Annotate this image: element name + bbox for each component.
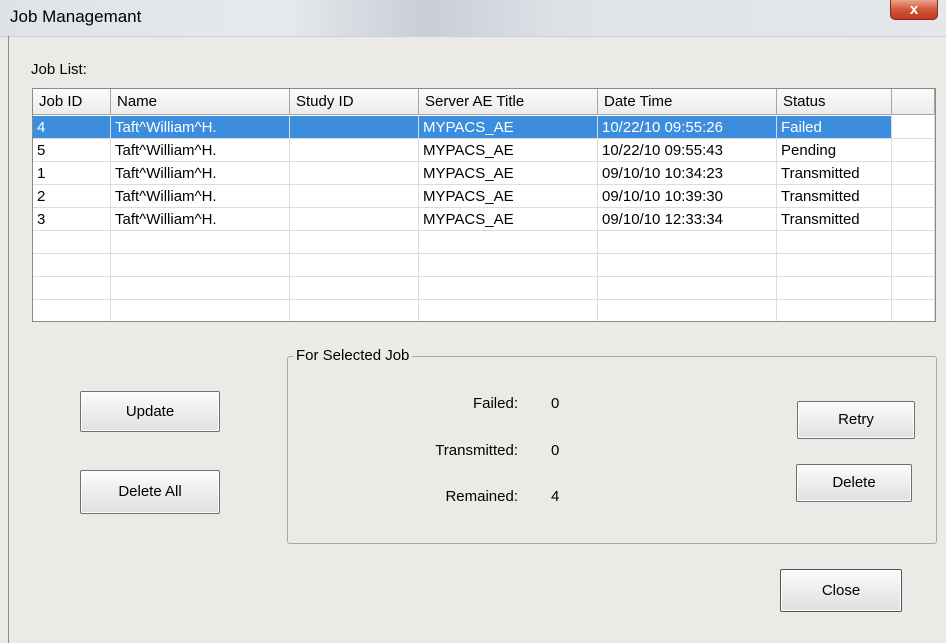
cell-filler [892, 208, 935, 231]
cell-server-ae-title: MYPACS_AE [419, 162, 598, 185]
cell-job-id: 4 [33, 116, 111, 139]
column-header-date-time[interactable]: Date Time [598, 89, 777, 115]
empty-cell [892, 300, 935, 321]
column-header-server-ae-title[interactable]: Server AE Title [419, 89, 598, 115]
remained-label: Remained: [445, 488, 518, 505]
empty-row [33, 277, 935, 300]
cell-name: Taft^William^H. [111, 208, 290, 231]
cell-date-time: 09/10/10 10:39:30 [598, 185, 777, 208]
cell-study-id [290, 116, 419, 139]
cell-server-ae-title: MYPACS_AE [419, 185, 598, 208]
empty-cell [290, 231, 419, 254]
empty-cell [777, 254, 892, 277]
cell-date-time: 10/22/10 09:55:26 [598, 116, 777, 139]
column-header-job-id[interactable]: Job ID [33, 89, 111, 115]
cell-job-id: 1 [33, 162, 111, 185]
cell-status: Transmitted [777, 208, 892, 231]
column-header-study-id[interactable]: Study ID [290, 89, 419, 115]
column-header-filler [892, 89, 935, 115]
close-window-icon[interactable]: x [890, 0, 938, 20]
cell-name: Taft^William^H. [111, 139, 290, 162]
cell-name: Taft^William^H. [111, 116, 290, 139]
empty-cell [111, 300, 290, 321]
cell-name: Taft^William^H. [111, 185, 290, 208]
empty-cell [598, 300, 777, 321]
cell-name: Taft^William^H. [111, 162, 290, 185]
cell-date-time: 09/10/10 12:33:34 [598, 208, 777, 231]
cell-server-ae-title: MYPACS_AE [419, 139, 598, 162]
cell-job-id: 5 [33, 139, 111, 162]
cell-study-id [290, 185, 419, 208]
delete-button[interactable]: Delete [796, 464, 912, 502]
empty-cell [33, 231, 111, 254]
remained-value: 4 [551, 488, 560, 505]
transmitted-label: Transmitted: [435, 442, 518, 459]
window-left-border [8, 36, 9, 643]
table-row[interactable]: 3 Taft^William^H. MYPACS_AE 09/10/10 12:… [33, 208, 935, 231]
empty-cell [111, 254, 290, 277]
empty-cell [419, 277, 598, 300]
title-bar[interactable]: Job Managemant x [0, 0, 946, 37]
column-header-status[interactable]: Status [777, 89, 892, 115]
update-button[interactable]: Update [80, 391, 220, 432]
empty-cell [33, 300, 111, 321]
retry-button[interactable]: Retry [797, 401, 915, 439]
empty-cell [777, 231, 892, 254]
empty-cell [892, 277, 935, 300]
empty-cell [777, 277, 892, 300]
empty-cell [111, 277, 290, 300]
empty-cell [419, 300, 598, 321]
empty-row [33, 254, 935, 277]
cell-study-id [290, 208, 419, 231]
empty-cell [419, 231, 598, 254]
cell-server-ae-title: MYPACS_AE [419, 208, 598, 231]
selected-job-legend: For Selected Job [293, 347, 413, 364]
failed-value: 0 [551, 395, 560, 412]
cell-date-time: 09/10/10 10:34:23 [598, 162, 777, 185]
empty-cell [290, 254, 419, 277]
cell-filler [892, 139, 935, 162]
empty-cell [892, 231, 935, 254]
failed-label: Failed: [472, 395, 518, 412]
cell-filler [892, 185, 935, 208]
table-row[interactable]: 5 Taft^William^H. MYPACS_AE 10/22/10 09:… [33, 139, 935, 162]
cell-status: Pending [777, 139, 892, 162]
job-list-label: Job List: [31, 61, 87, 78]
empty-cell [33, 254, 111, 277]
empty-cell [598, 254, 777, 277]
cell-job-id: 2 [33, 185, 111, 208]
empty-cell [419, 254, 598, 277]
job-management-window: Job Managemant x Job List: Job ID Name S… [0, 0, 946, 643]
empty-row [33, 231, 935, 254]
empty-cell [33, 277, 111, 300]
window-title: Job Managemant [10, 7, 142, 26]
empty-cell [777, 300, 892, 321]
empty-cell [290, 300, 419, 321]
table-row[interactable]: 4 Taft^William^H. MYPACS_AE 10/22/10 09:… [33, 116, 935, 139]
empty-cell [290, 277, 419, 300]
table-row[interactable]: 2 Taft^William^H. MYPACS_AE 09/10/10 10:… [33, 185, 935, 208]
table-row[interactable]: 1 Taft^William^H. MYPACS_AE 09/10/10 10:… [33, 162, 935, 185]
empty-cell [598, 231, 777, 254]
cell-status: Failed [777, 116, 892, 139]
job-list-header: Job ID Name Study ID Server AE Title Dat… [33, 89, 935, 116]
empty-row [33, 300, 935, 321]
cell-study-id [290, 139, 419, 162]
job-list-view[interactable]: Job ID Name Study ID Server AE Title Dat… [32, 88, 936, 322]
cell-status: Transmitted [777, 185, 892, 208]
transmitted-value: 0 [551, 442, 560, 459]
cell-job-id: 3 [33, 208, 111, 231]
cell-server-ae-title: MYPACS_AE [419, 116, 598, 139]
cell-filler [892, 162, 935, 185]
column-header-name[interactable]: Name [111, 89, 290, 115]
empty-cell [892, 254, 935, 277]
cell-status: Transmitted [777, 162, 892, 185]
cell-filler [892, 116, 935, 139]
empty-cell [111, 231, 290, 254]
close-button[interactable]: Close [780, 569, 902, 612]
cell-date-time: 10/22/10 09:55:43 [598, 139, 777, 162]
cell-study-id [290, 162, 419, 185]
empty-cell [598, 277, 777, 300]
delete-all-button[interactable]: Delete All [80, 470, 220, 514]
